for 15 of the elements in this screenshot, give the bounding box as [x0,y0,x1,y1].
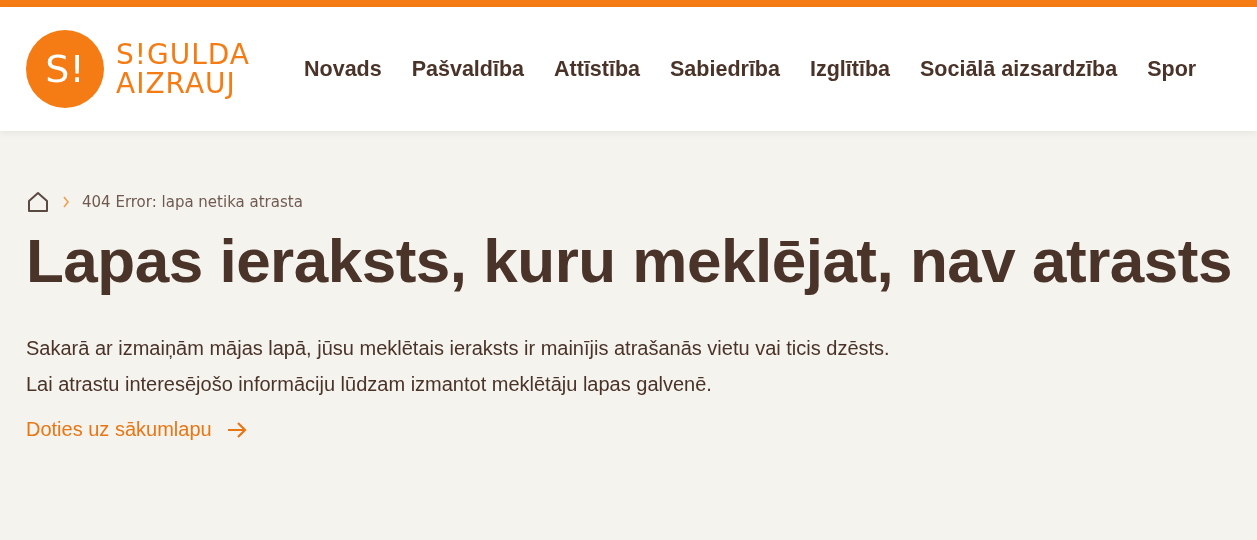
nav-link[interactable]: Attīstība [554,56,641,82]
chevron-icon [62,196,70,208]
arrow-right-icon [225,419,248,440]
logo-text: AIZRAUJ [116,69,237,99]
home-icon[interactable] [26,191,50,213]
nav-link[interactable]: Izglītība [809,56,890,82]
nav-link[interactable]: Pašvaldība [411,56,525,82]
nav-link[interactable]: Sociālā aizsardzība [920,56,1118,82]
nav-link[interactable]: Novads [304,56,382,82]
breadcrumb-current: 404 Error: lapa netika atrasta [82,193,303,211]
logo-text: S!GULDA [116,39,250,69]
nav-link[interactable]: Sabiedrība [670,56,780,82]
body-text: Sakarā ar izmaiņām mājas lapā, jūsu meklētais ieraksts ir mainījis atrašanās vietu vai ticis dzēsts. Lai atrastu interesējošo informāciju lūdzam izmantot meklētāju lapas galvenē. [26,336,891,397]
nav-link[interactable]: Spor [1147,56,1197,82]
page-heading: Lapas ieraksts, kuru meklējat, nav atrasts [26,225,1231,296]
